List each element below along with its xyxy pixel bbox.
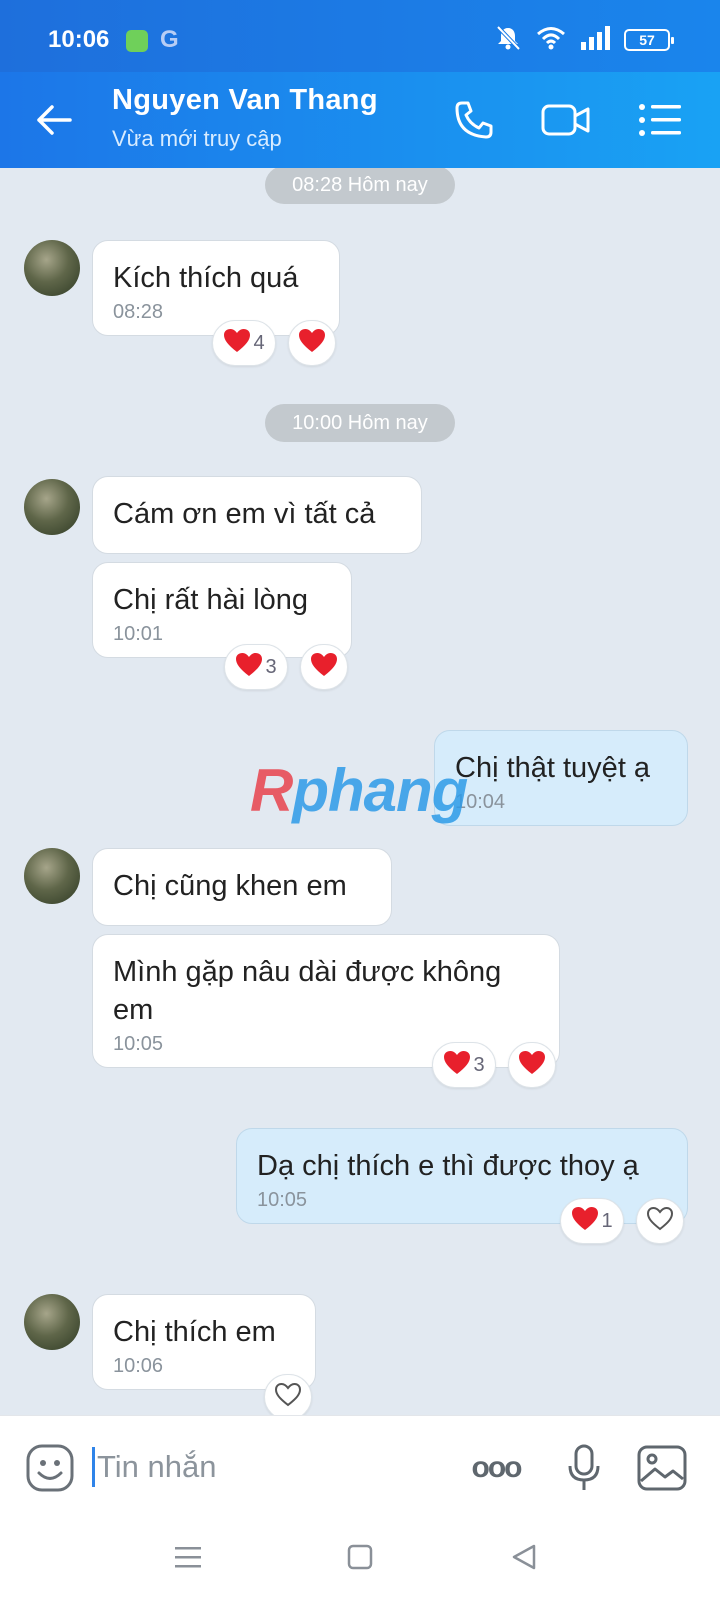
image-gallery-icon [637,1445,687,1491]
status-time: 10:06 [48,26,110,53]
contact-avatar[interactable] [24,1294,80,1350]
microphone-icon [568,1444,600,1490]
back-nav-button[interactable] [504,1537,544,1577]
system-nav-bar [0,1515,720,1600]
message-text: Cám ơn em vì tất cả [113,498,376,530]
heart-icon [310,652,338,683]
triangle-back-icon [512,1544,536,1570]
status-bar: 10:06 G 57 [0,0,720,72]
battery-icon: 57 [624,29,674,51]
recent-apps-button[interactable] [168,1537,208,1577]
message-time: 10:04 [455,791,506,813]
reaction-summary[interactable]: 1 [560,1198,624,1244]
emoji-icon [26,1444,74,1492]
watermark-logo: Rphang [250,757,468,824]
phone-icon [455,101,493,139]
message-bubble[interactable]: Cám ơn em vì tất cả [92,476,422,554]
message-time: 10:01 [113,623,164,645]
react-heart-button[interactable] [508,1042,556,1088]
message-time: 10:06 [113,1355,164,1377]
reaction-summary[interactable]: 3 [224,644,288,690]
heart-icon [571,1206,599,1237]
contact-status: Vừa mới truy cập [112,126,282,151]
call-button[interactable] [448,94,500,146]
reaction-count: 3 [265,655,277,678]
message-text: Chị cũng khen em [113,870,347,902]
arrow-left-icon [37,105,72,135]
voice-button[interactable] [558,1442,610,1494]
app-notification-icon [126,30,148,52]
back-button[interactable] [30,96,78,144]
chat-header: Nguyen Van Thang Vừa mới truy cập [0,72,720,168]
more-button[interactable]: ooo [466,1442,526,1494]
heart-icon [235,652,263,683]
input-placeholder: Tin nhắn [97,1449,217,1484]
heart-icon [443,1050,471,1081]
square-icon [347,1544,373,1570]
reaction-summary[interactable]: 3 [432,1042,496,1088]
text-cursor [92,1447,95,1487]
sticker-button[interactable] [24,1442,76,1494]
video-camera-icon [541,104,590,136]
list-menu-icon [639,104,681,136]
react-heart-button[interactable] [288,320,336,366]
message-input-bar: Tin nhắn ooo [0,1415,720,1515]
heart-icon [298,328,326,359]
wifi-icon [536,26,566,55]
message-text: Kích thích quá [113,262,299,294]
menu-lines-icon [175,1547,201,1568]
message-bubble-outgoing[interactable]: Chị thật tuyệt ạ 10:04 [434,730,688,826]
contact-avatar[interactable] [24,848,80,904]
message-bubble[interactable]: Mình gặp nâu dài được không em 10:05 [92,934,560,1068]
message-bubble[interactable]: Chị cũng khen em [92,848,392,926]
home-button[interactable] [340,1537,380,1577]
react-heart-button[interactable] [636,1198,684,1244]
message-text: Mình gặp nâu dài được không em [113,956,502,1026]
menu-button[interactable] [634,94,686,146]
mute-icon [494,25,522,56]
timestamp-divider: 08:28 Hôm nay [265,168,455,204]
message-bubble[interactable]: Chị rất hài lòng 10:01 [92,562,352,658]
reaction-count: 1 [601,1209,613,1232]
react-heart-button[interactable] [300,644,348,690]
heart-outline-icon [646,1206,674,1237]
more-dots-icon: ooo [471,1451,523,1484]
heart-icon [223,328,251,359]
video-call-button[interactable] [540,94,592,146]
status-indicators: 57 [494,25,674,56]
contact-avatar[interactable] [24,240,80,296]
heart-icon [518,1050,546,1081]
message-input[interactable]: Tin nhắn [92,1442,217,1492]
message-text: Chị rất hài lòng [113,584,309,616]
heart-outline-icon [274,1382,302,1413]
signal-icon [580,25,610,55]
reaction-summary[interactable]: 4 [212,320,276,366]
timestamp-divider: 10:00 Hôm nay [265,404,455,442]
contact-avatar[interactable] [24,479,80,535]
google-icon: G [160,26,179,53]
contact-name[interactable]: Nguyen Van Thang [112,84,378,117]
reaction-count: 4 [253,331,265,354]
message-text: Chị thật tuyệt ạ [455,752,651,784]
message-text: Dạ chị thích e thì được thoy ạ [257,1150,639,1182]
reaction-count: 3 [473,1053,485,1076]
chat-area[interactable]: 08:28 Hôm nay Kích thích quá 08:28 4 10:… [0,168,720,1415]
image-button[interactable] [636,1442,688,1494]
react-heart-button[interactable] [264,1374,312,1415]
message-time: 08:28 [113,301,164,323]
message-text: Chị thích em [113,1316,276,1348]
